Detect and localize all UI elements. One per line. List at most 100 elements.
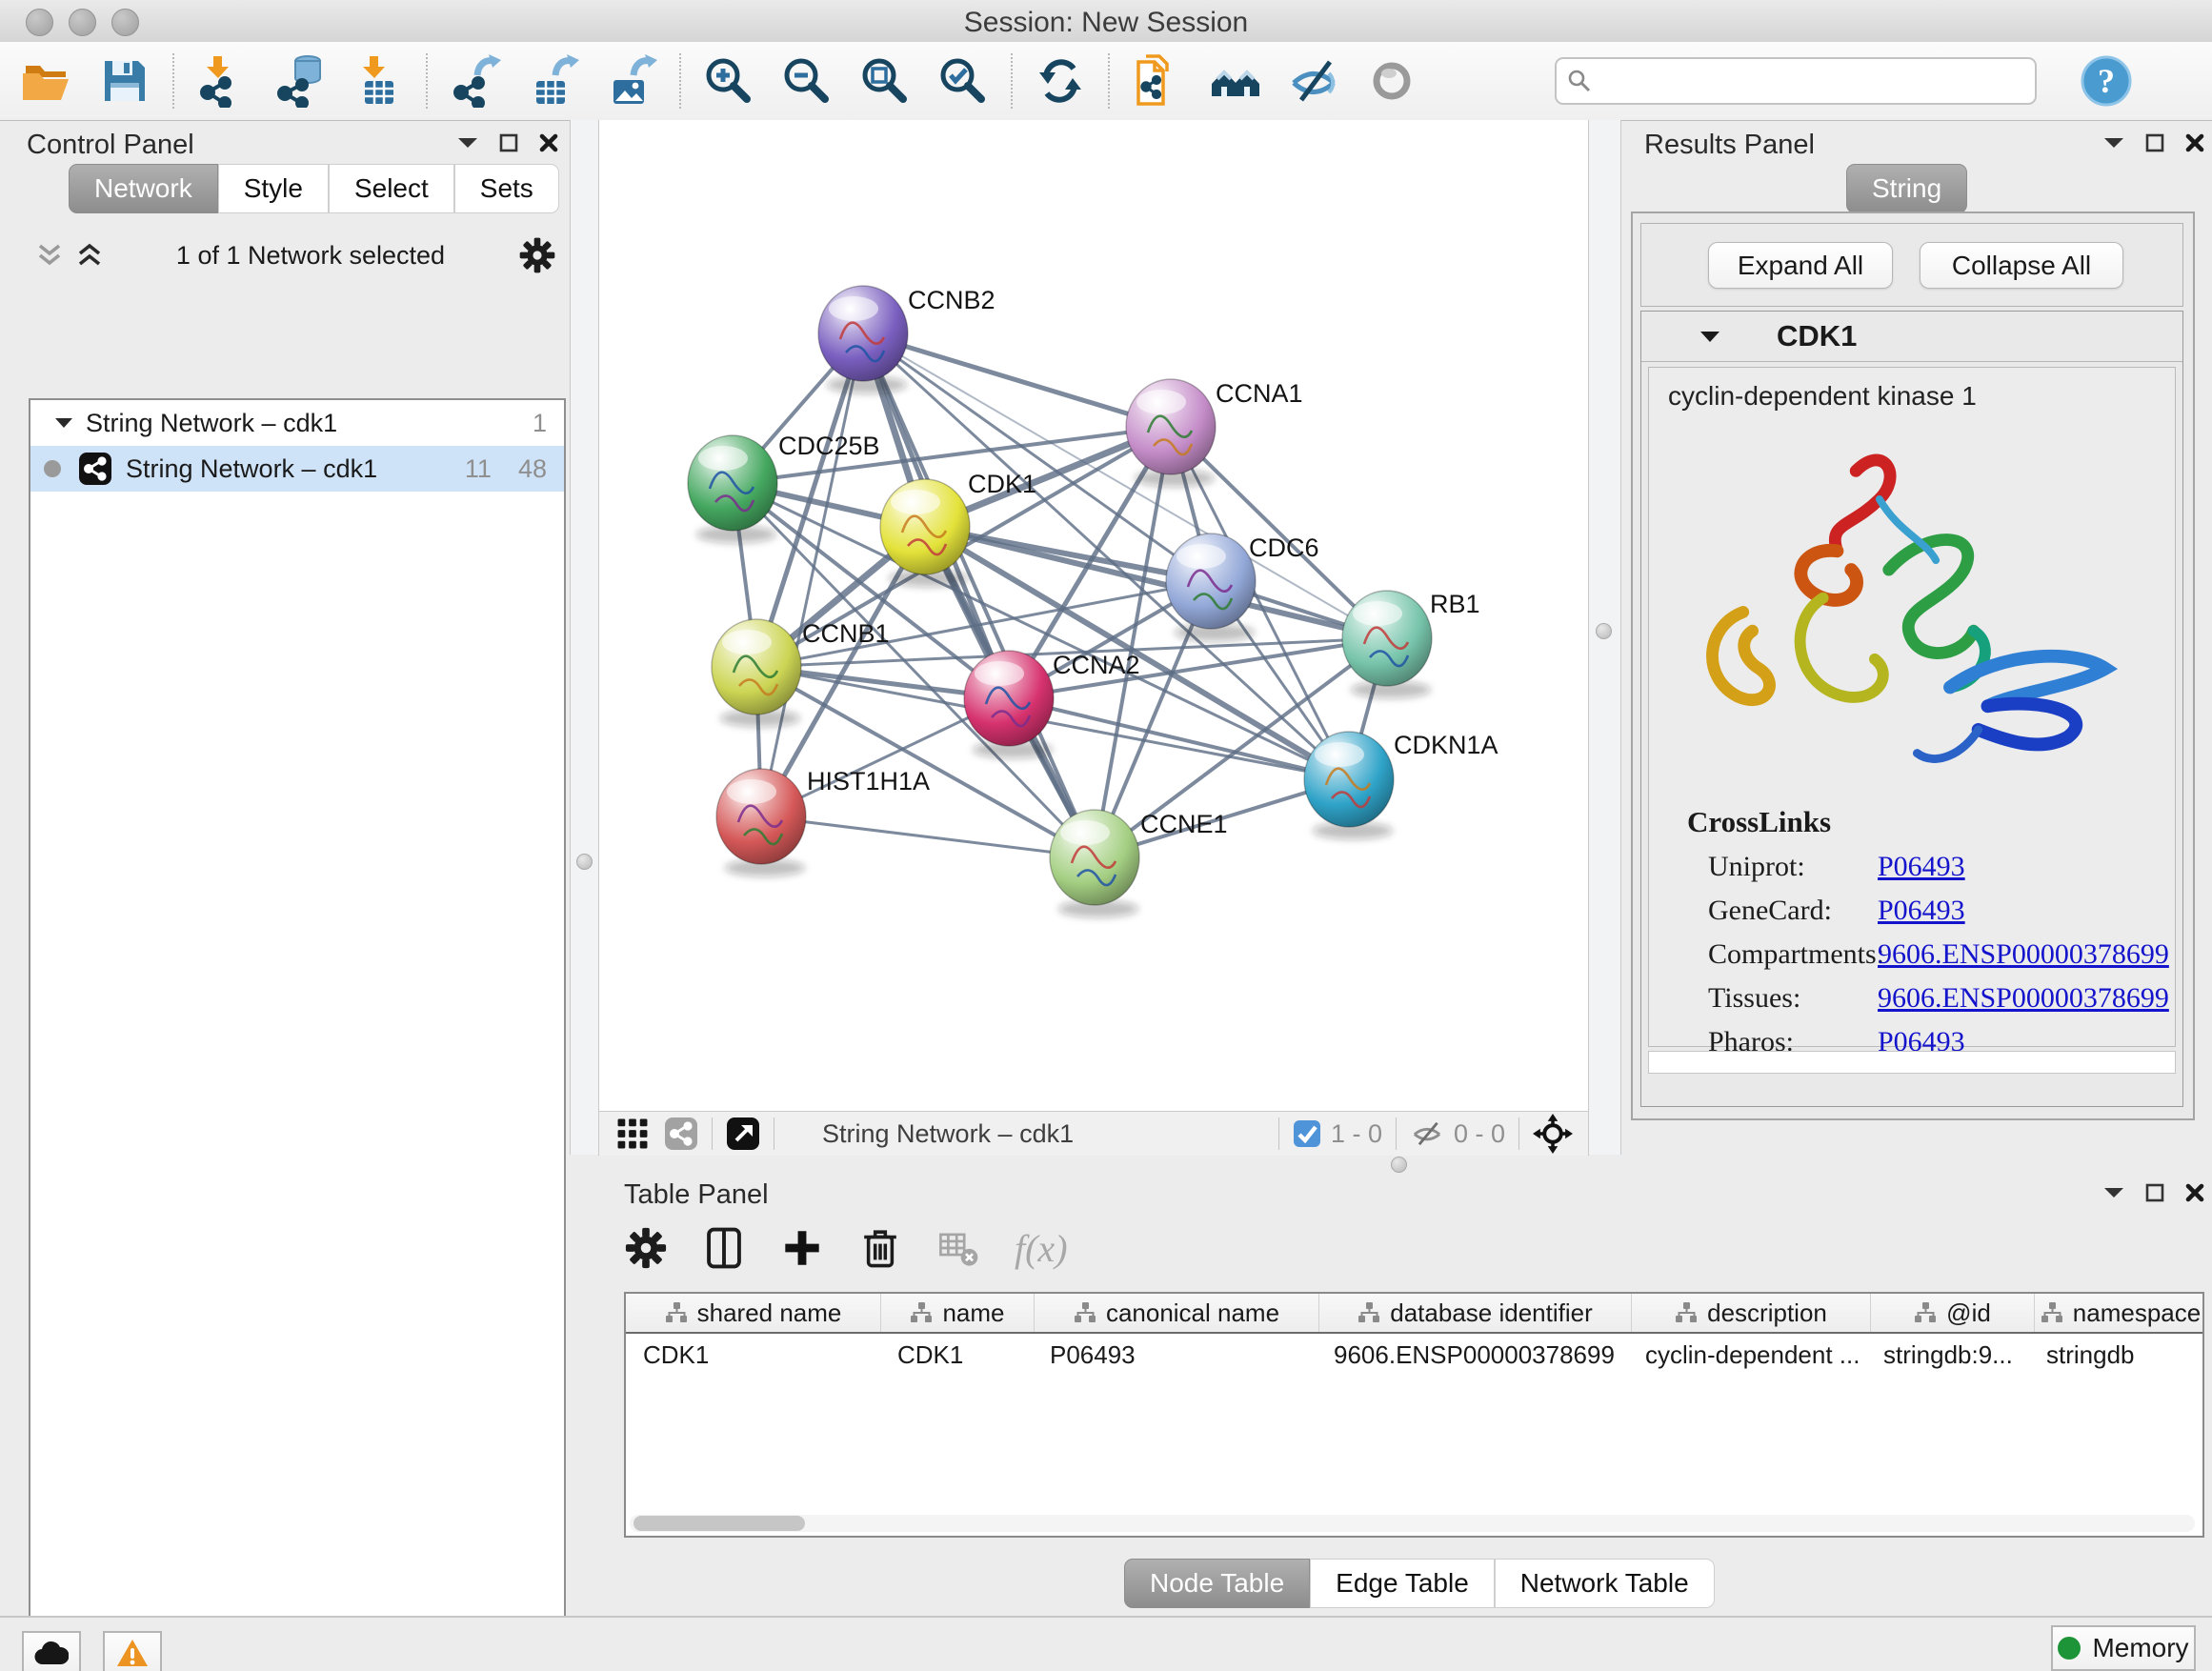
tree-expand-icon[interactable] [55, 417, 72, 429]
panel-close-icon[interactable] [539, 133, 558, 152]
tab-node-table[interactable]: Node Table [1124, 1559, 1310, 1608]
crosslink-value-link[interactable]: 9606.ENSP00000378699 [1878, 982, 2169, 1015]
network-tree-child-row[interactable]: String Network – cdk1 11 48 [30, 446, 564, 492]
panel-float-icon[interactable] [2145, 133, 2164, 152]
network-tree-root-row[interactable]: String Network – cdk1 1 [30, 400, 564, 446]
tab-network[interactable]: Network [69, 164, 218, 213]
control-panel-controls [457, 133, 558, 152]
network-collection-count: 1 [533, 409, 547, 438]
network-from-clipboard-icon[interactable] [1128, 51, 1187, 111]
network-canvas[interactable]: CCNB2CCNA1CDC25BCDK1CDC6RB1CCNB1CCNA2CDK… [598, 120, 1589, 1111]
tab-select[interactable]: Select [329, 164, 454, 213]
tab-sets[interactable]: Sets [454, 164, 559, 213]
results-panel-controls [2103, 133, 2204, 152]
collapse-all-button[interactable]: Collapse All [1920, 242, 2123, 289]
delete-table-icon[interactable] [936, 1226, 980, 1270]
import-network-database-icon[interactable] [271, 51, 330, 111]
left-splitter[interactable] [570, 120, 600, 1155]
column-header--id[interactable]: @id [1871, 1294, 2035, 1332]
table-cell: P06493 [1033, 1340, 1317, 1370]
zoom-selected-icon[interactable] [934, 51, 993, 111]
zoom-fit-content-icon[interactable] [855, 51, 915, 111]
birds-eye-view-icon[interactable] [616, 1117, 649, 1150]
zoom-in-icon[interactable] [699, 51, 758, 111]
column-header-canonical-name[interactable]: canonical name [1035, 1294, 1319, 1332]
search-input[interactable] [1593, 66, 2006, 97]
panel-close-icon[interactable] [2185, 1183, 2204, 1202]
right-splitter[interactable] [1587, 120, 1621, 1155]
panel-collapse-icon[interactable] [2103, 136, 2124, 150]
crosslink-value-link[interactable]: 9606.ENSP00000378699 [1878, 938, 2169, 971]
tab-network-table[interactable]: Network Table [1495, 1559, 1715, 1608]
splitter-grip[interactable] [1391, 1157, 1407, 1173]
panel-float-icon[interactable] [499, 133, 518, 152]
crosslink-value-link[interactable]: P06493 [1878, 851, 1965, 883]
fit-selected-crosshair-icon[interactable] [1533, 1114, 1573, 1154]
function-builder-icon[interactable]: f(x) [1015, 1226, 1068, 1271]
column-header-name[interactable]: name [881, 1294, 1035, 1332]
edge[interactable] [761, 816, 1095, 857]
open-in-new-window-icon[interactable] [726, 1117, 760, 1151]
export-image-icon[interactable] [602, 51, 661, 111]
expand-all-networks-icon[interactable] [76, 243, 103, 268]
open-session-icon[interactable] [17, 51, 76, 111]
node-cdc25b[interactable]: CDC25B [688, 432, 880, 543]
import-network-file-icon[interactable] [192, 51, 251, 111]
cloud-status-button[interactable] [22, 1631, 81, 1671]
title-bar: Session: New Session [0, 0, 2212, 43]
memory-status-button[interactable]: Memory [2051, 1625, 2196, 1671]
export-table-icon[interactable] [524, 51, 583, 111]
expand-all-button[interactable]: Expand All [1708, 242, 1893, 289]
panel-collapse-icon[interactable] [457, 136, 478, 150]
scrollbar-thumb[interactable] [633, 1516, 805, 1531]
tab-edge-table[interactable]: Edge Table [1310, 1559, 1495, 1608]
add-column-icon[interactable] [780, 1226, 824, 1270]
show-columns-icon[interactable] [702, 1226, 746, 1270]
panel-close-icon[interactable] [2185, 133, 2204, 152]
node-cdkn1a[interactable]: CDKN1A [1304, 731, 1498, 839]
tab-style[interactable]: Style [218, 164, 329, 213]
table-horizontal-scrollbar[interactable] [630, 1515, 2195, 1532]
node-rb1[interactable]: RB1 [1342, 590, 1480, 698]
table-options-gear-icon[interactable] [624, 1226, 668, 1270]
collapse-all-networks-icon[interactable] [36, 243, 63, 268]
splitter-grip[interactable] [1596, 623, 1612, 639]
delete-column-trash-icon[interactable] [858, 1226, 902, 1270]
zoom-out-icon[interactable] [777, 51, 836, 111]
edge[interactable] [863, 333, 1171, 427]
panel-float-icon[interactable] [2145, 1183, 2164, 1202]
splitter-grip[interactable] [576, 854, 593, 870]
save-session-icon[interactable] [95, 51, 154, 111]
gene-section-header[interactable]: CDK1 [1641, 312, 2182, 362]
horizontal-splitter[interactable] [598, 1155, 2212, 1174]
network-options-gear-icon[interactable] [518, 236, 556, 274]
column-header-shared-name[interactable]: shared name [626, 1294, 881, 1332]
hidden-eye-slash-icon[interactable] [1410, 1119, 1444, 1148]
home-icon[interactable] [1206, 51, 1265, 111]
table-cell: stringdb [2029, 1340, 2201, 1370]
selected-node-edge-count: 1 - 0 [1331, 1119, 1382, 1149]
panel-collapse-icon[interactable] [2103, 1186, 2124, 1199]
node-ccnb2[interactable]: CCNB2 [818, 286, 995, 393]
help-icon[interactable]: ? [2077, 51, 2136, 111]
node-hist1h1a[interactable]: HIST1H1A [716, 767, 930, 876]
column-header-namespace[interactable]: namespace [2035, 1294, 2204, 1332]
tab-string[interactable]: String [1846, 164, 1967, 213]
selected-checkbox-icon[interactable] [1293, 1119, 1321, 1148]
hide-selected-eye-slash-icon[interactable] [1284, 51, 1343, 111]
section-collapse-icon[interactable] [1700, 331, 1719, 343]
edge[interactable] [1009, 698, 1349, 779]
column-header-database-identifier[interactable]: database identifier [1319, 1294, 1632, 1332]
show-all-eye-icon[interactable] [1362, 51, 1421, 111]
node-label: CDKN1A [1394, 731, 1498, 759]
warning-status-button[interactable] [103, 1631, 162, 1671]
collapsed-section-stub[interactable] [1648, 1051, 2176, 1074]
network-overview-icon[interactable] [664, 1117, 698, 1151]
table-row[interactable]: CDK1CDK1P064939606.ENSP00000378699cyclin… [626, 1334, 2202, 1376]
column-header-description[interactable]: description [1632, 1294, 1871, 1332]
refresh-view-icon[interactable] [1031, 51, 1090, 111]
import-table-file-icon[interactable] [349, 51, 408, 111]
table-cell: CDK1 [880, 1340, 1033, 1370]
export-network-icon[interactable] [446, 51, 505, 111]
crosslink-value-link[interactable]: P06493 [1878, 895, 1965, 927]
